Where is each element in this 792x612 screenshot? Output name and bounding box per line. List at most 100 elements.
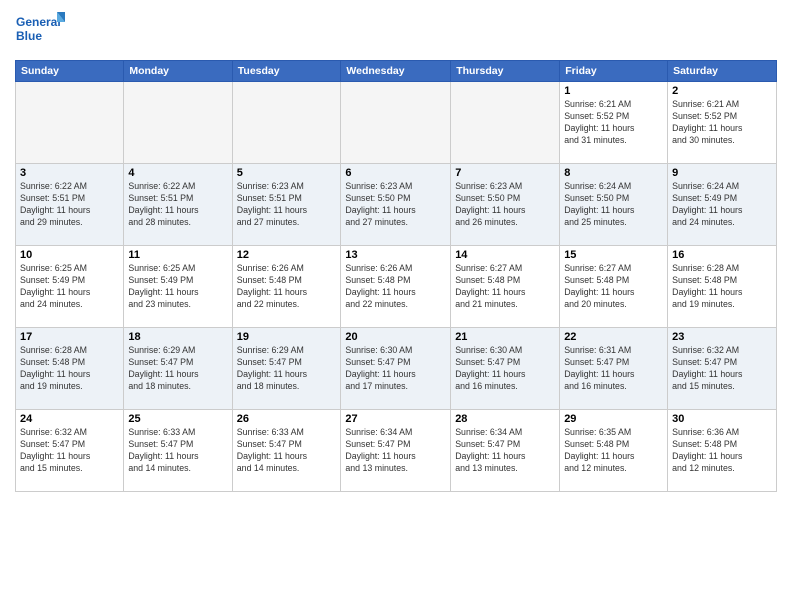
day-number: 3 <box>20 167 119 179</box>
svg-text:General: General <box>16 15 61 29</box>
day-info: Sunrise: 6:28 AM Sunset: 5:48 PM Dayligh… <box>20 345 119 393</box>
calendar-cell: 10 Sunrise: 6:25 AM Sunset: 5:49 PM Dayli… <box>16 246 124 328</box>
day-number: 29 <box>564 413 663 425</box>
calendar-cell: 17 Sunrise: 6:28 AM Sunset: 5:48 PM Dayli… <box>16 328 124 410</box>
day-number: 18 <box>128 331 227 343</box>
weekday-header: Friday <box>560 61 668 82</box>
weekday-header: Sunday <box>16 61 124 82</box>
svg-text:Blue: Blue <box>16 29 42 43</box>
calendar-cell: 29Sunrise: 6:35 AM Sunset: 5:48 PM Dayli… <box>560 410 668 492</box>
calendar-body: 1Sunrise: 6:21 AM Sunset: 5:52 PM Daylig… <box>16 82 777 492</box>
day-info: Sunrise: 6:22 AM Sunset: 5:51 PM Dayligh… <box>128 181 227 229</box>
calendar-cell <box>451 82 560 164</box>
day-info: Sunrise: 6:24 AM Sunset: 5:50 PM Dayligh… <box>564 181 663 229</box>
day-number: 10 <box>20 249 119 261</box>
day-info: Sunrise: 6:21 AM Sunset: 5:52 PM Dayligh… <box>672 99 772 147</box>
day-info: Sunrise: 6:27 AM Sunset: 5:48 PM Dayligh… <box>455 263 555 311</box>
day-info: Sunrise: 6:23 AM Sunset: 5:51 PM Dayligh… <box>237 181 337 229</box>
day-info: Sunrise: 6:36 AM Sunset: 5:48 PM Dayligh… <box>672 427 772 475</box>
day-info: Sunrise: 6:27 AM Sunset: 5:48 PM Dayligh… <box>564 263 663 311</box>
day-info: Sunrise: 6:23 AM Sunset: 5:50 PM Dayligh… <box>345 181 446 229</box>
calendar-cell: 5 Sunrise: 6:23 AM Sunset: 5:51 PM Daylig… <box>232 164 341 246</box>
day-info: Sunrise: 6:22 AM Sunset: 5:51 PM Dayligh… <box>20 181 119 229</box>
calendar-cell: 4 Sunrise: 6:22 AM Sunset: 5:51 PM Daylig… <box>124 164 232 246</box>
day-info: Sunrise: 6:24 AM Sunset: 5:49 PM Dayligh… <box>672 181 772 229</box>
calendar-cell: 19Sunrise: 6:29 AM Sunset: 5:47 PM Dayli… <box>232 328 341 410</box>
calendar-cell: 11Sunrise: 6:25 AM Sunset: 5:49 PM Dayli… <box>124 246 232 328</box>
weekday-header: Wednesday <box>341 61 451 82</box>
day-number: 14 <box>455 249 555 261</box>
day-number: 30 <box>672 413 772 425</box>
weekday-row: SundayMondayTuesdayWednesdayThursdayFrid… <box>16 61 777 82</box>
calendar-cell: 9 Sunrise: 6:24 AM Sunset: 5:49 PM Daylig… <box>668 164 777 246</box>
calendar-cell <box>232 82 341 164</box>
day-number: 22 <box>564 331 663 343</box>
calendar-cell: 26 Sunrise: 6:33 AM Sunset: 5:47 PM Dayli… <box>232 410 341 492</box>
day-info: Sunrise: 6:29 AM Sunset: 5:47 PM Dayligh… <box>128 345 227 393</box>
day-info: Sunrise: 6:34 AM Sunset: 5:47 PM Dayligh… <box>345 427 446 475</box>
week-row: 10 Sunrise: 6:25 AM Sunset: 5:49 PM Dayli… <box>16 246 777 328</box>
calendar-cell: 7 Sunrise: 6:23 AM Sunset: 5:50 PM Daylig… <box>451 164 560 246</box>
day-number: 27 <box>345 413 446 425</box>
weekday-header: Saturday <box>668 61 777 82</box>
day-number: 5 <box>237 167 337 179</box>
weekday-header: Monday <box>124 61 232 82</box>
calendar-cell: 18 Sunrise: 6:29 AM Sunset: 5:47 PM Dayli… <box>124 328 232 410</box>
calendar-header: SundayMondayTuesdayWednesdayThursdayFrid… <box>16 61 777 82</box>
logo: General Blue <box>15 10 65 52</box>
calendar-cell: 3 Sunrise: 6:22 AM Sunset: 5:51 PM Daylig… <box>16 164 124 246</box>
day-info: Sunrise: 6:28 AM Sunset: 5:48 PM Dayligh… <box>672 263 772 311</box>
calendar-cell: 24Sunrise: 6:32 AM Sunset: 5:47 PM Dayli… <box>16 410 124 492</box>
day-number: 9 <box>672 167 772 179</box>
calendar-cell: 25Sunrise: 6:33 AM Sunset: 5:47 PM Dayli… <box>124 410 232 492</box>
page: General Blue SundayMondayTuesdayWednesda… <box>0 0 792 612</box>
week-row: 17 Sunrise: 6:28 AM Sunset: 5:48 PM Dayli… <box>16 328 777 410</box>
day-number: 7 <box>455 167 555 179</box>
calendar-cell: 22 Sunrise: 6:31 AM Sunset: 5:47 PM Dayli… <box>560 328 668 410</box>
week-row: 1Sunrise: 6:21 AM Sunset: 5:52 PM Daylig… <box>16 82 777 164</box>
day-number: 21 <box>455 331 555 343</box>
day-number: 2 <box>672 85 772 97</box>
day-number: 4 <box>128 167 227 179</box>
day-info: Sunrise: 6:30 AM Sunset: 5:47 PM Dayligh… <box>345 345 446 393</box>
calendar-cell: 6Sunrise: 6:23 AM Sunset: 5:50 PM Daylig… <box>341 164 451 246</box>
calendar-cell <box>16 82 124 164</box>
calendar-cell: 27 Sunrise: 6:34 AM Sunset: 5:47 PM Dayli… <box>341 410 451 492</box>
day-info: Sunrise: 6:33 AM Sunset: 5:47 PM Dayligh… <box>237 427 337 475</box>
day-number: 17 <box>20 331 119 343</box>
calendar-cell: 30 Sunrise: 6:36 AM Sunset: 5:48 PM Dayli… <box>668 410 777 492</box>
day-number: 13 <box>345 249 446 261</box>
calendar-cell <box>124 82 232 164</box>
day-number: 16 <box>672 249 772 261</box>
week-row: 24Sunrise: 6:32 AM Sunset: 5:47 PM Dayli… <box>16 410 777 492</box>
calendar-cell: 13 Sunrise: 6:26 AM Sunset: 5:48 PM Dayli… <box>341 246 451 328</box>
day-number: 15 <box>564 249 663 261</box>
day-info: Sunrise: 6:34 AM Sunset: 5:47 PM Dayligh… <box>455 427 555 475</box>
day-number: 26 <box>237 413 337 425</box>
logo-svg: General Blue <box>15 10 65 52</box>
day-info: Sunrise: 6:29 AM Sunset: 5:47 PM Dayligh… <box>237 345 337 393</box>
calendar-cell: 14 Sunrise: 6:27 AM Sunset: 5:48 PM Dayli… <box>451 246 560 328</box>
day-number: 8 <box>564 167 663 179</box>
calendar-cell: 1Sunrise: 6:21 AM Sunset: 5:52 PM Daylig… <box>560 82 668 164</box>
day-info: Sunrise: 6:25 AM Sunset: 5:49 PM Dayligh… <box>20 263 119 311</box>
calendar-cell: 28Sunrise: 6:34 AM Sunset: 5:47 PM Dayli… <box>451 410 560 492</box>
week-row: 3 Sunrise: 6:22 AM Sunset: 5:51 PM Daylig… <box>16 164 777 246</box>
calendar-cell: 2 Sunrise: 6:21 AM Sunset: 5:52 PM Daylig… <box>668 82 777 164</box>
header: General Blue <box>15 10 777 52</box>
calendar-cell: 15 Sunrise: 6:27 AM Sunset: 5:48 PM Dayli… <box>560 246 668 328</box>
day-number: 12 <box>237 249 337 261</box>
calendar: SundayMondayTuesdayWednesdayThursdayFrid… <box>15 60 777 492</box>
day-info: Sunrise: 6:26 AM Sunset: 5:48 PM Dayligh… <box>345 263 446 311</box>
calendar-cell: 21Sunrise: 6:30 AM Sunset: 5:47 PM Dayli… <box>451 328 560 410</box>
day-info: Sunrise: 6:32 AM Sunset: 5:47 PM Dayligh… <box>672 345 772 393</box>
calendar-cell: 12Sunrise: 6:26 AM Sunset: 5:48 PM Dayli… <box>232 246 341 328</box>
day-info: Sunrise: 6:31 AM Sunset: 5:47 PM Dayligh… <box>564 345 663 393</box>
weekday-header: Thursday <box>451 61 560 82</box>
calendar-cell: 23Sunrise: 6:32 AM Sunset: 5:47 PM Dayli… <box>668 328 777 410</box>
weekday-header: Tuesday <box>232 61 341 82</box>
calendar-cell: 8 Sunrise: 6:24 AM Sunset: 5:50 PM Daylig… <box>560 164 668 246</box>
day-number: 25 <box>128 413 227 425</box>
day-info: Sunrise: 6:23 AM Sunset: 5:50 PM Dayligh… <box>455 181 555 229</box>
day-number: 11 <box>128 249 227 261</box>
